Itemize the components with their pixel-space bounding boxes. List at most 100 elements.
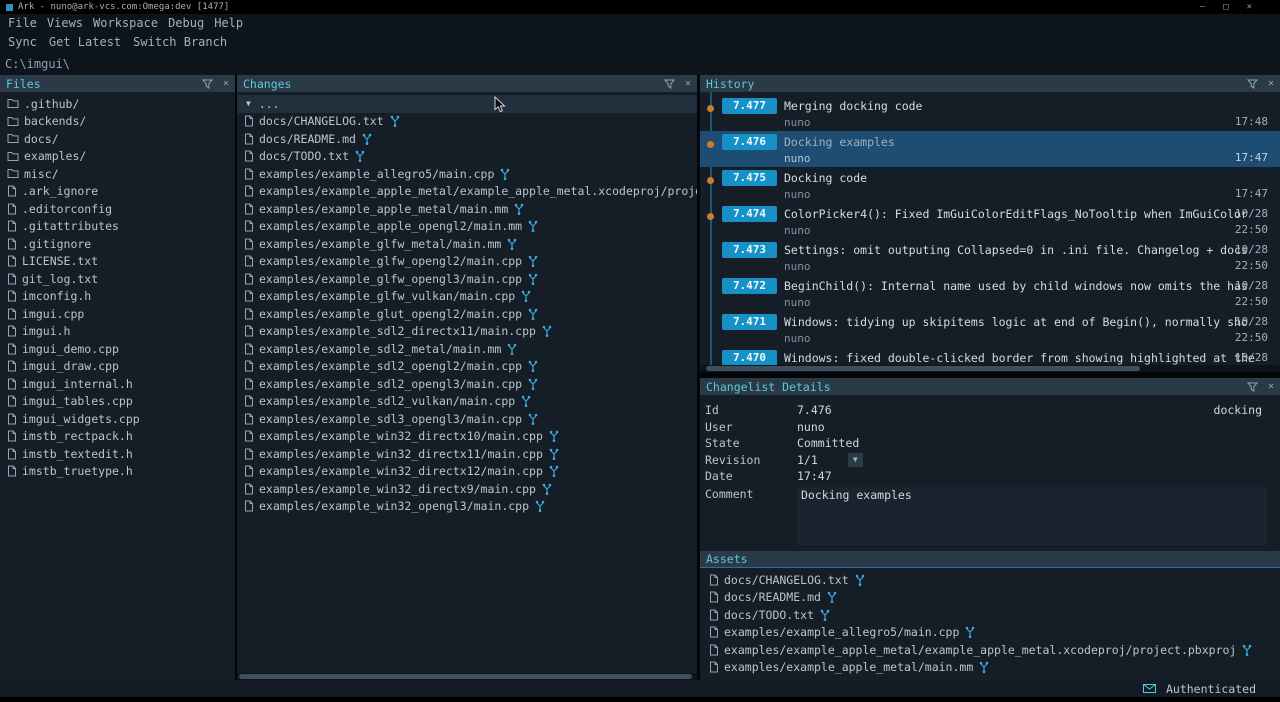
changed-file-row[interactable]: examples/example_allegro5/main.cpp xyxy=(237,165,697,183)
changed-file-row[interactable]: examples/example_win32_directx11/main.cp… xyxy=(237,445,697,463)
scrollbar-thumb[interactable] xyxy=(239,674,692,679)
changed-file-row[interactable]: examples/example_glfw_vulkan/main.cpp xyxy=(237,288,697,306)
history-row[interactable]: 7.472 BeginChild(): Internal name used b… xyxy=(700,275,1280,311)
file-tree-item[interactable]: examples/ xyxy=(0,148,235,166)
history-row[interactable]: 7.475 Docking code nuno 17:47 xyxy=(700,167,1280,203)
filter-icon[interactable] xyxy=(1247,79,1258,89)
history-row[interactable]: 7.477 Merging docking code nuno 17:48 xyxy=(700,95,1280,131)
changed-file-row[interactable]: examples/example_glfw_opengl2/main.cpp xyxy=(237,253,697,271)
maximize-button[interactable]: □ xyxy=(1223,2,1228,12)
minimize-button[interactable]: — xyxy=(1200,2,1205,12)
file-icon xyxy=(244,255,254,267)
file-icon xyxy=(244,220,254,232)
panel-close-icon[interactable]: ✕ xyxy=(223,79,229,89)
changes-root-row[interactable]: ▼ ... xyxy=(237,95,697,113)
changed-status-icon xyxy=(1242,644,1252,656)
file-icon xyxy=(244,395,254,407)
asset-row[interactable]: examples/example_apple_metal/example_app… xyxy=(700,641,1280,659)
file-tree-item[interactable]: imgui_tables.cpp xyxy=(0,393,235,411)
menu-item[interactable]: Workspace xyxy=(93,16,158,30)
file-tree-item[interactable]: imstb_truetype.h xyxy=(0,463,235,481)
asset-row[interactable]: docs/TODO.txt xyxy=(700,606,1280,624)
file-tree-item[interactable]: imgui.h xyxy=(0,323,235,341)
changed-file-row[interactable]: examples/example_apple_opengl2/main.mm xyxy=(237,218,697,236)
filter-icon[interactable] xyxy=(1247,382,1258,392)
changed-file-row[interactable]: examples/example_sdl3_opengl3/main.cpp xyxy=(237,410,697,428)
changed-file-row[interactable]: examples/example_apple_metal/example_app… xyxy=(237,183,697,201)
changed-file-row[interactable]: examples/example_glfw_metal/main.mm xyxy=(237,235,697,253)
changed-file-row[interactable]: examples/example_sdl2_vulkan/main.cpp xyxy=(237,393,697,411)
changed-status-icon xyxy=(549,448,559,460)
filter-icon[interactable] xyxy=(664,79,675,89)
revision-dropdown[interactable]: ▼ xyxy=(848,453,863,467)
filter-icon[interactable] xyxy=(202,79,213,89)
changeset-badge: 7.477 xyxy=(722,98,777,114)
changed-file-row[interactable]: examples/example_apple_metal/main.mm xyxy=(237,200,697,218)
file-tree-item[interactable]: imgui_draw.cpp xyxy=(0,358,235,376)
file-tree-item[interactable]: misc/ xyxy=(0,165,235,183)
file-tree-item[interactable]: imgui_demo.cpp xyxy=(0,340,235,358)
changed-file-row[interactable]: examples/example_win32_directx9/main.cpp xyxy=(237,480,697,498)
asset-row[interactable]: docs/README.md xyxy=(700,589,1280,607)
changed-file-row[interactable]: examples/example_glut_opengl2/main.cpp xyxy=(237,305,697,323)
file-tree-item[interactable]: imgui.cpp xyxy=(0,305,235,323)
history-row[interactable]: 7.474 ColorPicker4(): Fixed ImGuiColorEd… xyxy=(700,203,1280,239)
asset-row[interactable]: docs/CHANGELOG.txt xyxy=(700,571,1280,589)
file-tree-item[interactable]: imgui_widgets.cpp xyxy=(0,410,235,428)
changed-file-row[interactable]: docs/TODO.txt xyxy=(237,148,697,166)
file-tree-item[interactable]: .editorconfig xyxy=(0,200,235,218)
file-tree-item[interactable]: .github/ xyxy=(0,95,235,113)
file-icon xyxy=(244,308,254,320)
file-tree-item[interactable]: git_log.txt xyxy=(0,270,235,288)
detail-label: Comment xyxy=(705,487,797,501)
history-row[interactable]: 7.470 Windows: fixed double-clicked bord… xyxy=(700,347,1280,365)
changed-file-row[interactable]: examples/example_win32_directx10/main.cp… xyxy=(237,428,697,446)
changed-file-row[interactable]: examples/example_sdl2_opengl2/main.cpp xyxy=(237,358,697,376)
changed-file-row[interactable]: examples/example_sdl2_metal/main.mm xyxy=(237,340,697,358)
changed-file-row[interactable]: examples/example_win32_opengl3/main.cpp xyxy=(237,498,697,516)
horizontal-scrollbar[interactable] xyxy=(237,673,697,680)
file-icon xyxy=(244,343,254,355)
file-tree-item[interactable]: imstb_textedit.h xyxy=(0,445,235,463)
changed-file-row[interactable]: docs/README.md xyxy=(237,130,697,148)
file-tree-item[interactable]: imgui_internal.h xyxy=(0,375,235,393)
changed-file-row[interactable]: examples/example_win32_directx12/main.cp… xyxy=(237,463,697,481)
asset-row[interactable]: examples/example_apple_metal/main.mm xyxy=(700,659,1280,677)
changelist-details-panel: Changelist Details ✕ Id 7.476 docking Us… xyxy=(700,378,1280,551)
menu-item[interactable]: Views xyxy=(47,16,83,30)
changed-file-row[interactable]: examples/example_sdl2_directx11/main.cpp xyxy=(237,323,697,341)
panel-close-icon[interactable]: ✕ xyxy=(685,79,691,89)
asset-row[interactable]: examples/example_allegro5/main.cpp xyxy=(700,624,1280,642)
panel-close-icon[interactable]: ✕ xyxy=(1268,382,1274,392)
file-tree-item[interactable]: .gitignore xyxy=(0,235,235,253)
file-tree-item[interactable]: imconfig.h xyxy=(0,288,235,306)
changeset-badge: 7.470 xyxy=(722,350,777,365)
horizontal-scrollbar[interactable] xyxy=(700,365,1280,372)
file-tree-item[interactable]: .ark_ignore xyxy=(0,183,235,201)
history-row[interactable]: 7.476 Docking examples nuno 17:47 xyxy=(700,131,1280,167)
file-tree-item[interactable]: .gitattributes xyxy=(0,218,235,236)
panel-close-icon[interactable]: ✕ xyxy=(1268,79,1274,89)
close-button[interactable]: ✕ xyxy=(1247,2,1252,12)
changed-file-row[interactable]: examples/example_glfw_opengl3/main.cpp xyxy=(237,270,697,288)
expander-icon[interactable]: ▼ xyxy=(246,99,251,108)
changed-file-row[interactable]: examples/example_sdl2_opengl3/main.cpp xyxy=(237,375,697,393)
file-tree-item[interactable]: imstb_rectpack.h xyxy=(0,428,235,446)
changeset-time: 22:50 xyxy=(1232,258,1268,274)
menu-item[interactable]: Help xyxy=(214,16,243,30)
toolbar-button[interactable]: Switch Branch xyxy=(133,35,227,49)
scrollbar-thumb[interactable] xyxy=(706,366,1140,371)
file-tree-item[interactable]: docs/ xyxy=(0,130,235,148)
file-icon xyxy=(244,115,254,127)
changed-file-row[interactable]: docs/CHANGELOG.txt xyxy=(237,113,697,131)
file-tree-item[interactable]: backends/ xyxy=(0,113,235,131)
menu-item[interactable]: File xyxy=(8,16,37,30)
history-row[interactable]: 7.473 Settings: omit outputing Collapsed… xyxy=(700,239,1280,275)
history-row[interactable]: 7.471 Windows: tidying up skipitems logi… xyxy=(700,311,1280,347)
toolbar-button[interactable]: Sync xyxy=(8,35,37,49)
file-tree-item[interactable]: LICENSE.txt xyxy=(0,253,235,271)
file-icon xyxy=(244,413,254,425)
changed-status-icon xyxy=(549,430,559,442)
toolbar-button[interactable]: Get Latest xyxy=(49,35,121,49)
menu-item[interactable]: Debug xyxy=(168,16,204,30)
